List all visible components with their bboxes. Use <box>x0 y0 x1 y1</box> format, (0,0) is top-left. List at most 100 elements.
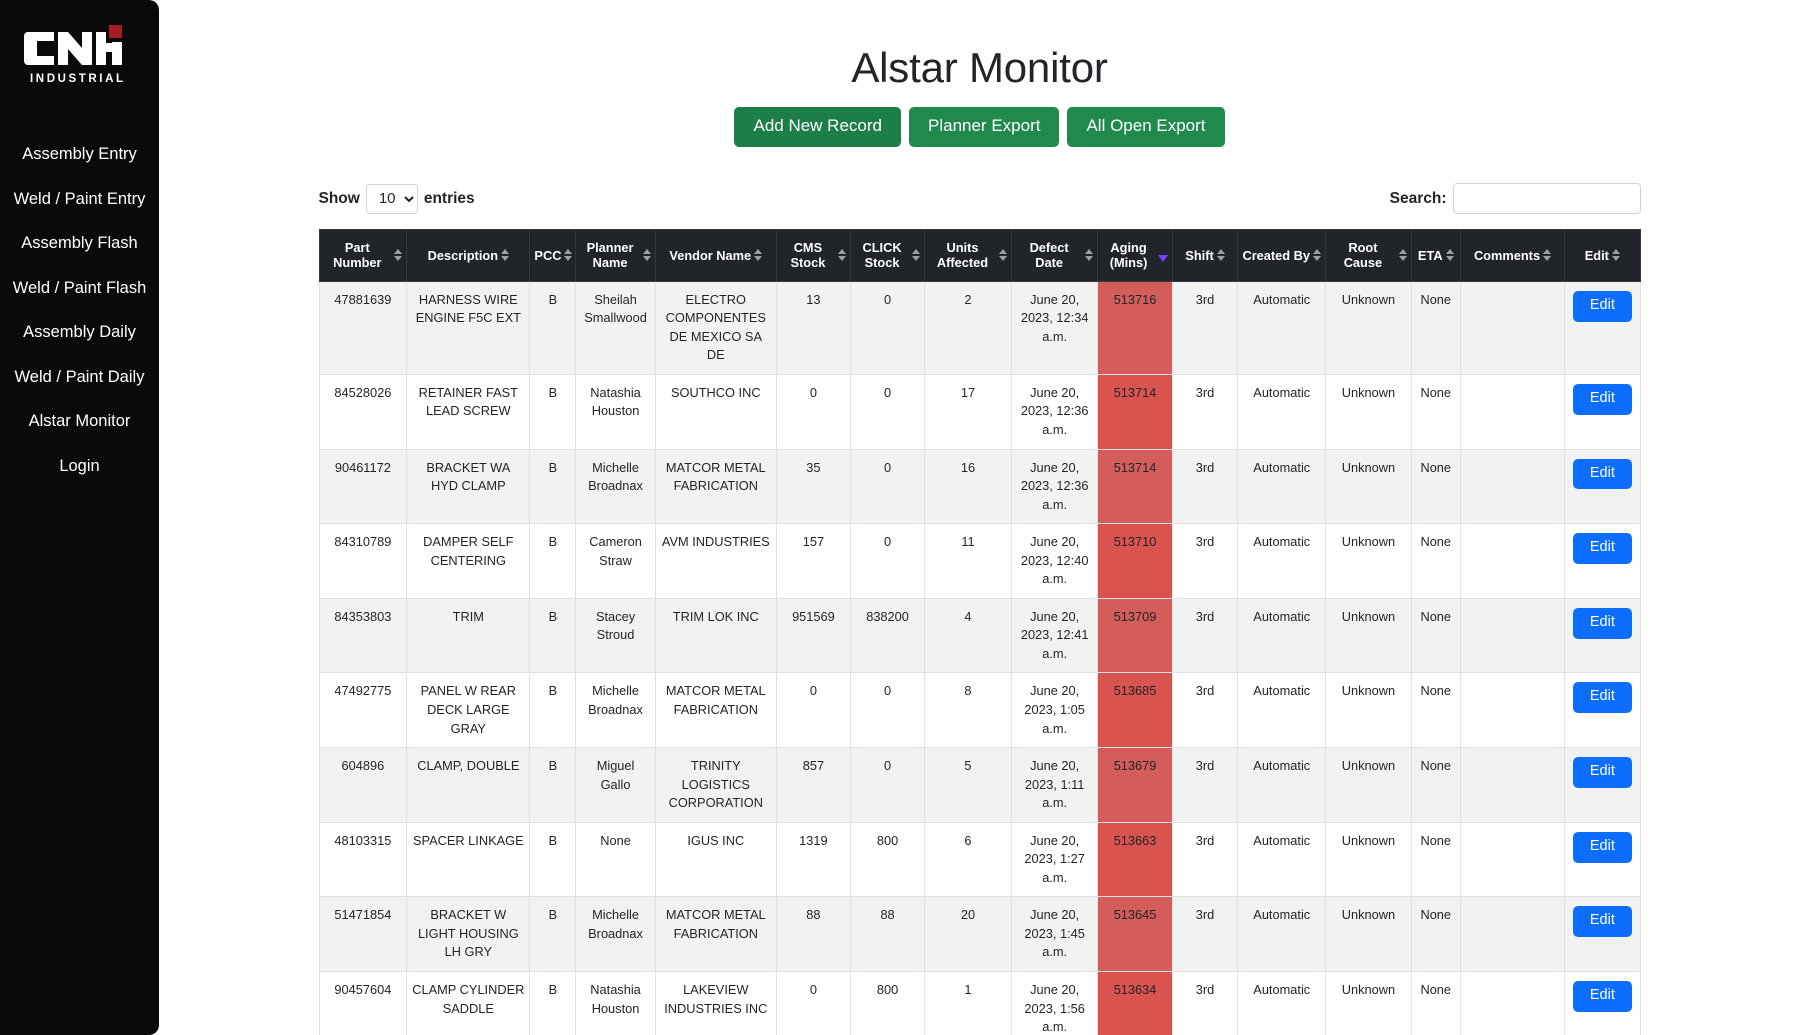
column-header-cms-stock[interactable]: CMS Stock <box>775 228 851 282</box>
cell-comments <box>1459 672 1566 749</box>
cell-defect-date: June 20, 2023, 12:34 a.m. <box>1010 281 1099 375</box>
cell-planner-name: None <box>575 822 656 898</box>
cell-units-affected: 17 <box>924 374 1012 450</box>
sidebar-item-weld-paint-entry[interactable]: Weld / Paint Entry <box>0 177 159 222</box>
column-header-label: Vendor Name <box>669 247 752 263</box>
sort-arrows-icon <box>998 249 1007 262</box>
cell-aging: 513710 <box>1097 523 1173 599</box>
column-header-root-cause[interactable]: Root Cause <box>1325 228 1412 282</box>
edit-button[interactable]: Edit <box>1572 607 1632 639</box>
cell-shift: 3rd <box>1171 672 1239 749</box>
column-header-label: Root Cause <box>1343 239 1383 271</box>
column-header-label: CMS Stock <box>790 239 826 271</box>
edit-button[interactable]: Edit <box>1572 831 1632 863</box>
search-input[interactable] <box>1452 183 1641 215</box>
cell-aging: 513714 <box>1097 374 1173 450</box>
column-header-label: Part Number <box>333 239 382 271</box>
edit-button[interactable]: Edit <box>1572 290 1632 322</box>
sidebar-item-login[interactable]: Login <box>0 444 159 489</box>
sidebar-item-alstar-monitor[interactable]: Alstar Monitor <box>0 399 159 444</box>
column-header-eta[interactable]: ETA <box>1410 228 1461 282</box>
sort-arrows-icon <box>1611 249 1620 262</box>
cell-part-number: 604896 <box>318 747 408 823</box>
svg-text:INDUSTRIAL: INDUSTRIAL <box>30 73 126 85</box>
column-header-aging-mins[interactable]: Aging (Mins) <box>1097 228 1173 282</box>
cell-vendor-name: ELECTRO COMPONENTES DE MEXICO SA DE <box>654 281 777 375</box>
cell-created-by: Automatic <box>1237 281 1327 375</box>
cell-vendor-name: MATCOR METAL FABRICATION <box>654 672 777 749</box>
cell-comments <box>1459 747 1566 823</box>
add-new-record-button[interactable]: Add New Record <box>734 107 901 147</box>
table-header-row: Part Number Description PCC Planner Name Ven… <box>318 228 1641 282</box>
column-header-click-stock[interactable]: CLICK Stock <box>849 228 926 282</box>
column-header-planner-name[interactable]: Planner Name <box>575 228 656 282</box>
sidebar-item-assembly-daily[interactable]: Assembly Daily <box>0 310 159 355</box>
cell-pcc: B <box>529 896 577 972</box>
cell-eta: None <box>1410 449 1461 525</box>
column-header-units-affected[interactable]: Units Affected <box>924 228 1012 282</box>
edit-button[interactable]: Edit <box>1572 458 1632 490</box>
cell-units-affected: 5 <box>924 747 1012 823</box>
column-header-description[interactable]: Description <box>406 228 531 282</box>
column-header-pcc[interactable]: PCC <box>529 228 577 282</box>
column-header-comments[interactable]: Comments <box>1459 228 1566 282</box>
edit-button[interactable]: Edit <box>1572 383 1632 415</box>
cell-planner-name: Sheilah Smallwood <box>575 281 656 375</box>
column-header-label: Shift <box>1185 247 1214 263</box>
cell-units-affected: 2 <box>924 281 1012 375</box>
column-header-label: PCC <box>534 247 562 263</box>
cell-units-affected: 6 <box>924 822 1012 898</box>
cell-description: BRACKET W LIGHT HOUSING LH GRY <box>406 896 531 972</box>
sidebar-item-assembly-flash[interactable]: Assembly Flash <box>0 221 159 266</box>
column-header-shift[interactable]: Shift <box>1171 228 1239 282</box>
edit-button[interactable]: Edit <box>1572 981 1632 1012</box>
cell-aging: 513709 <box>1097 598 1173 674</box>
table-row: 47881639 HARNESS WIRE ENGINE F5C EXT B Shei… <box>318 281 1641 375</box>
sort-arrows-icon <box>754 249 763 262</box>
sort-arrows-icon <box>642 249 651 262</box>
edit-button[interactable]: Edit <box>1572 906 1632 938</box>
sort-arrows-icon <box>1445 249 1454 262</box>
entries-length-select[interactable]: 102550100 <box>365 183 418 214</box>
cell-cms-stock: 951569 <box>775 598 851 674</box>
column-header-vendor-name[interactable]: Vendor Name <box>654 228 777 282</box>
table-head: Part Number Description PCC Planner Name Ven… <box>318 228 1641 282</box>
cell-root-cause: Unknown <box>1325 672 1412 749</box>
sidebar-item-assembly-entry[interactable]: Assembly Entry <box>0 132 159 177</box>
edit-button[interactable]: Edit <box>1572 757 1632 789</box>
sort-arrows-icon <box>1398 249 1407 262</box>
cell-pcc: B <box>529 672 577 749</box>
cell-cms-stock: 157 <box>775 523 851 599</box>
cell-shift: 3rd <box>1171 374 1239 450</box>
cell-created-by: Automatic <box>1237 822 1327 898</box>
cell-defect-date: June 20, 2023, 12:36 a.m. <box>1010 374 1099 450</box>
column-header-defect-date[interactable]: Defect Date <box>1010 228 1099 282</box>
sort-arrows-icon <box>1157 248 1168 263</box>
cell-pcc: B <box>529 281 577 375</box>
cell-edit: Edit <box>1564 523 1641 599</box>
cell-planner-name: Michelle Broadnax <box>575 449 656 525</box>
cell-defect-date: June 20, 2023, 1:05 a.m. <box>1010 672 1099 749</box>
action-button-bar: Add New Record Planner Export All Open E… <box>159 107 1800 147</box>
column-header-part-number[interactable]: Part Number <box>318 228 408 282</box>
table-row: 604896 CLAMP, DOUBLE B Miguel Gallo TRINITY … <box>318 747 1641 823</box>
entries-length-control: Show 102550100 entries <box>319 183 475 214</box>
cell-planner-name: Miguel Gallo <box>575 747 656 823</box>
cell-root-cause: Unknown <box>1325 896 1412 972</box>
sidebar: INDUSTRIAL Assembly Entry Weld / Paint E… <box>0 0 159 1035</box>
column-header-created-by[interactable]: Created By <box>1237 228 1327 282</box>
edit-button[interactable]: Edit <box>1572 533 1632 565</box>
sidebar-item-weld-paint-flash[interactable]: Weld / Paint Flash <box>0 266 159 311</box>
sort-arrows-icon <box>1543 249 1552 262</box>
cell-part-number: 84310789 <box>318 523 408 599</box>
sidebar-item-weld-paint-daily[interactable]: Weld / Paint Daily <box>0 355 159 400</box>
column-header-edit[interactable]: Edit <box>1564 228 1641 282</box>
cell-cms-stock: 0 <box>775 672 851 749</box>
cell-click-stock: 0 <box>849 747 926 823</box>
edit-button[interactable]: Edit <box>1572 682 1632 714</box>
cell-pcc: B <box>529 523 577 599</box>
planner-export-button[interactable]: Planner Export <box>909 107 1060 147</box>
all-open-export-button[interactable]: All Open Export <box>1067 107 1225 147</box>
cell-description: CLAMP CYLINDER SADDLE <box>406 971 531 1035</box>
cell-vendor-name: SOUTHCO INC <box>654 374 777 450</box>
